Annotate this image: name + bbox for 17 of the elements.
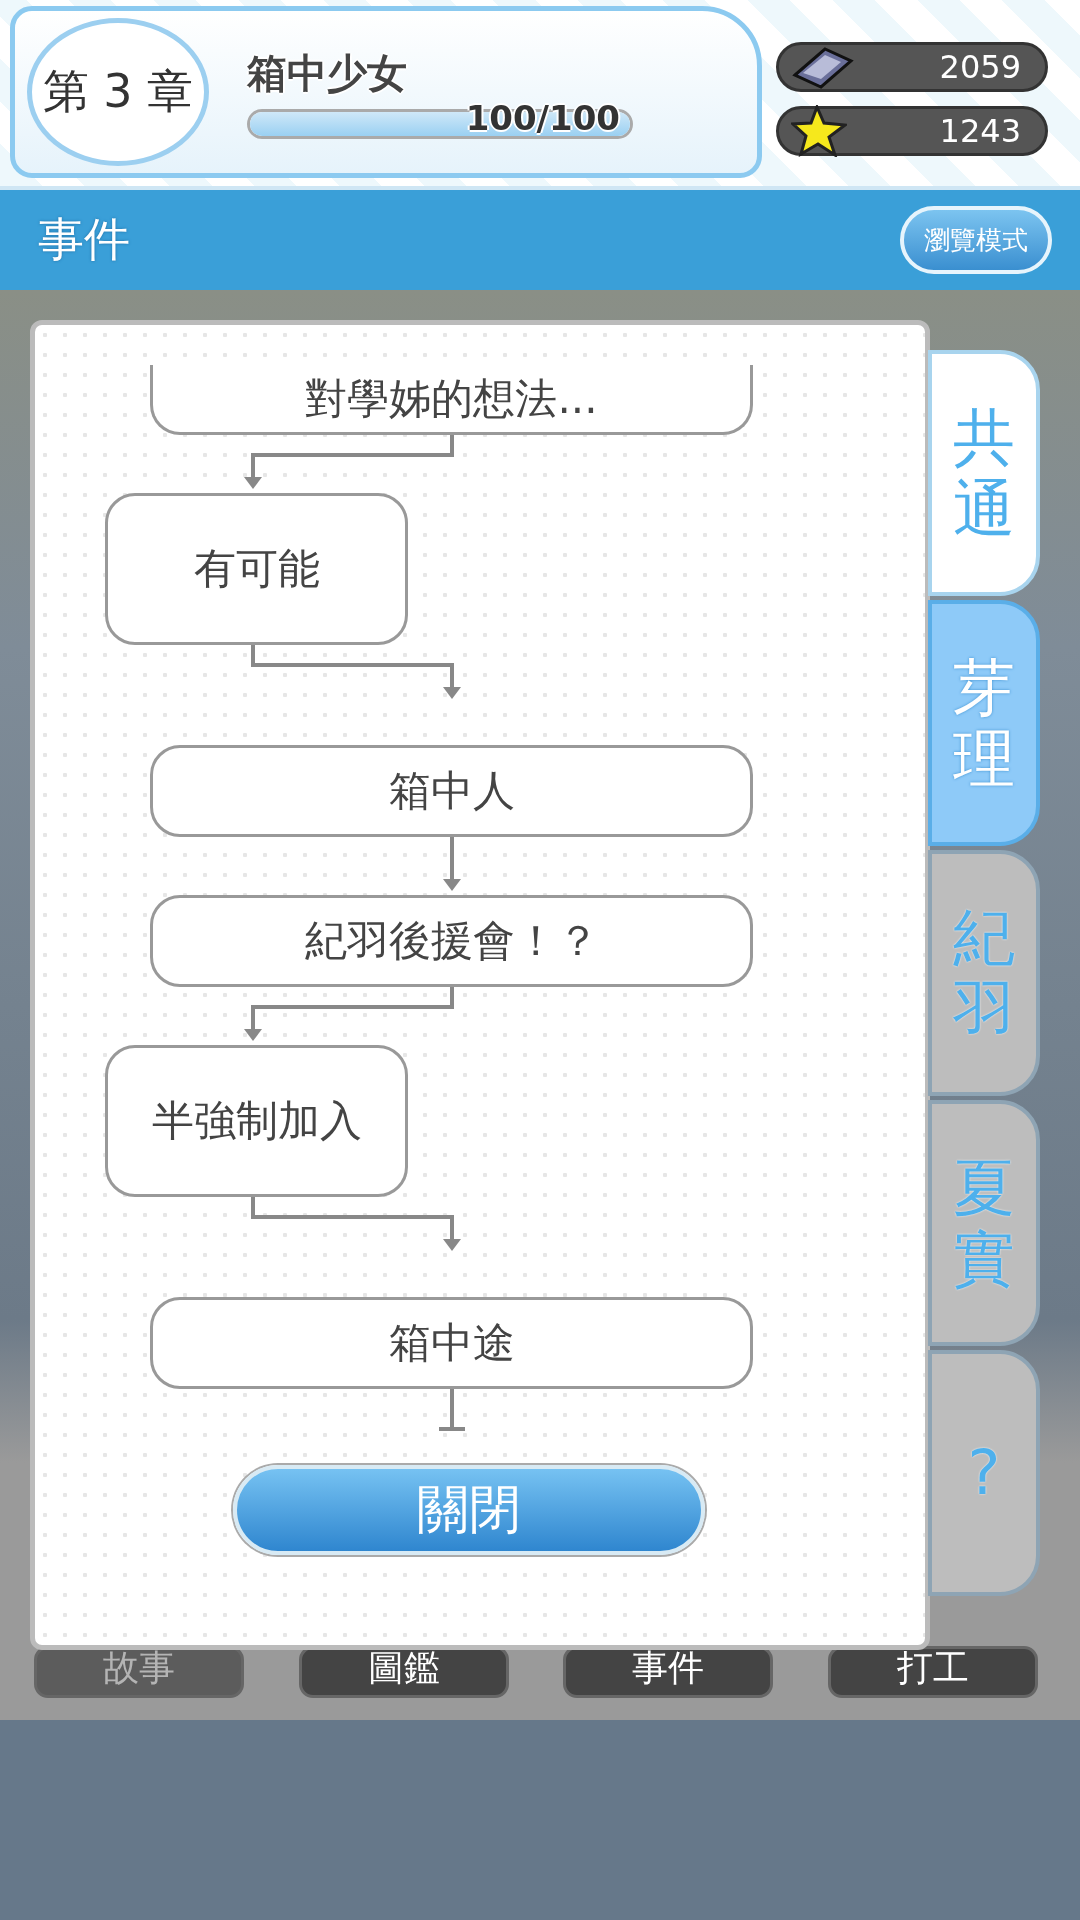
connector-arrow <box>443 837 461 891</box>
flowchart-node[interactable]: 半強制加入 <box>105 1045 408 1197</box>
flowchart-node[interactable]: 箱中人 <box>150 745 753 837</box>
progress-reading: 100/100 <box>465 97 620 138</box>
crystal-icon <box>791 45 855 89</box>
section-title: 事件 <box>38 211 130 268</box>
flowchart-node[interactable]: 對學姊的想法... <box>150 365 753 435</box>
chapter-label: 第 3 章 <box>27 18 209 166</box>
nav-button[interactable]: 打工 <box>827 1646 1038 1698</box>
flowchart-node[interactable]: 箱中途 <box>150 1297 753 1389</box>
counter-value: 2059 <box>939 48 1021 86</box>
flowchart-node[interactable]: 紀羽後援會！？ <box>150 895 753 987</box>
counter-value: 1243 <box>939 112 1021 150</box>
chapter-title: 箱中少女 <box>247 48 408 98</box>
star-icon <box>791 105 847 157</box>
flowchart-node[interactable]: 有可能 <box>105 493 408 645</box>
end-marker <box>437 1389 467 1431</box>
